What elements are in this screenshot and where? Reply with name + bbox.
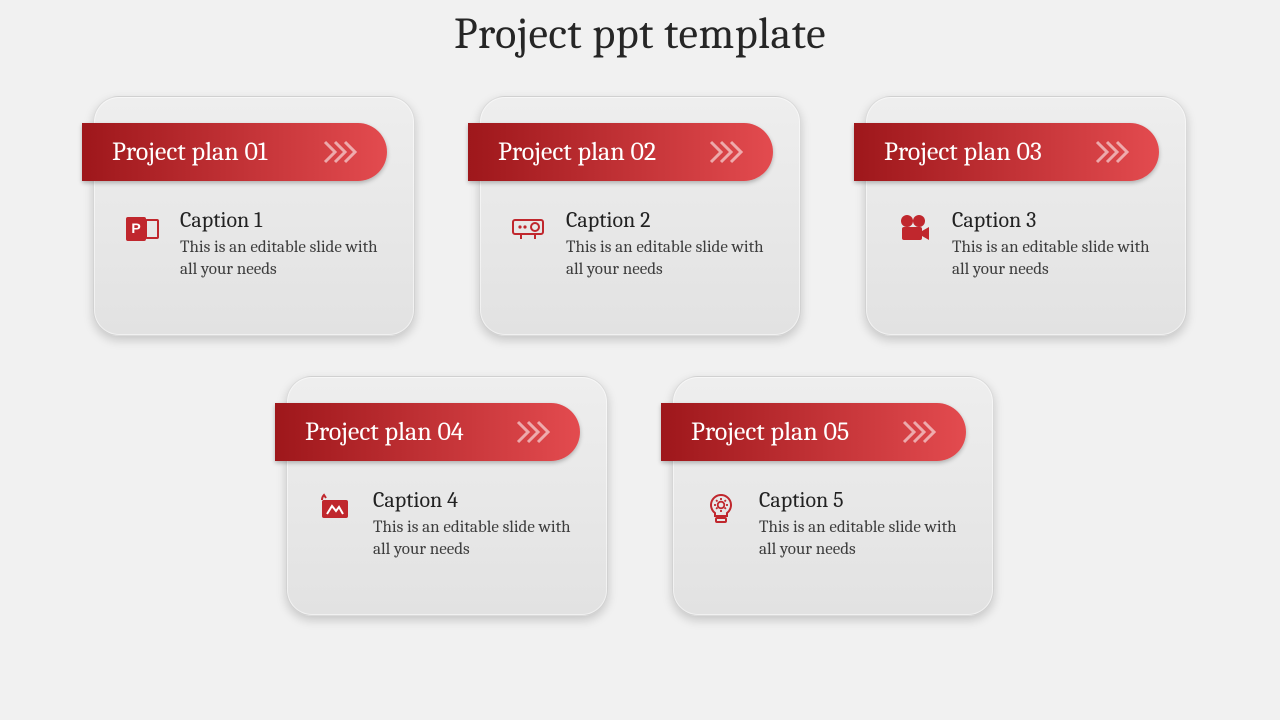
film-camera-icon xyxy=(892,207,936,251)
card-header-label: Project plan 05 xyxy=(691,417,849,447)
projector-icon xyxy=(506,207,550,251)
card-desc: This is an editable slide with all your … xyxy=(566,237,780,281)
card-text: Caption 5 This is an editable slide with… xyxy=(759,487,973,561)
card-desc: This is an editable slide with all your … xyxy=(759,517,973,561)
chevron-right-icon xyxy=(1095,140,1135,164)
card-caption: Caption 2 xyxy=(566,207,780,233)
chevron-right-icon xyxy=(902,420,942,444)
card-body: P Caption 1 This is an editable slide wi… xyxy=(120,207,394,281)
card-rows: Project plan 01 P Caption 1 This is an e… xyxy=(0,96,1280,616)
card-5: Project plan 05 Caption 5 This is an edi… xyxy=(672,376,994,616)
card-header-2: Project plan 02 xyxy=(468,123,773,181)
card-body: Caption 4 This is an editable slide with… xyxy=(313,487,587,561)
card-caption: Caption 1 xyxy=(180,207,394,233)
card-1: Project plan 01 P Caption 1 This is an e… xyxy=(93,96,415,336)
svg-text:P: P xyxy=(131,220,140,236)
chevron-right-icon xyxy=(323,140,363,164)
card-caption: Caption 3 xyxy=(952,207,1166,233)
card-header-label: Project plan 03 xyxy=(884,137,1042,167)
card-3: Project plan 03 Caption 3 This is an edi… xyxy=(865,96,1187,336)
card-text: Caption 3 This is an editable slide with… xyxy=(952,207,1166,281)
powerpoint-icon: P xyxy=(120,207,164,251)
card-desc: This is an editable slide with all your … xyxy=(373,517,587,561)
chevron-right-icon xyxy=(516,420,556,444)
row-2: Project plan 04 Caption 4 This is an edi… xyxy=(286,376,994,616)
card-caption: Caption 5 xyxy=(759,487,973,513)
card-text: Caption 4 This is an editable slide with… xyxy=(373,487,587,561)
card-header-label: Project plan 02 xyxy=(498,137,656,167)
card-body: Caption 5 This is an editable slide with… xyxy=(699,487,973,561)
card-body: Caption 3 This is an editable slide with… xyxy=(892,207,1166,281)
card-header-3: Project plan 03 xyxy=(854,123,1159,181)
chevron-right-icon xyxy=(709,140,749,164)
row-1: Project plan 01 P Caption 1 This is an e… xyxy=(93,96,1187,336)
idea-gear-icon xyxy=(699,487,743,531)
slide: Project ppt template Project plan 01 P C… xyxy=(0,0,1280,720)
card-caption: Caption 4 xyxy=(373,487,587,513)
card-header-label: Project plan 04 xyxy=(305,417,464,447)
card-text: Caption 2 This is an editable slide with… xyxy=(566,207,780,281)
card-body: Caption 2 This is an editable slide with… xyxy=(506,207,780,281)
card-4: Project plan 04 Caption 4 This is an edi… xyxy=(286,376,608,616)
card-header-label: Project plan 01 xyxy=(112,137,267,167)
page-title: Project ppt template xyxy=(0,8,1280,59)
card-header-5: Project plan 05 xyxy=(661,403,966,461)
card-header-1: Project plan 01 xyxy=(82,123,387,181)
card-2: Project plan 02 Caption 2 This is an edi… xyxy=(479,96,801,336)
blueprint-icon xyxy=(313,487,357,531)
card-header-4: Project plan 04 xyxy=(275,403,580,461)
card-desc: This is an editable slide with all your … xyxy=(180,237,394,281)
card-desc: This is an editable slide with all your … xyxy=(952,237,1166,281)
card-text: Caption 1 This is an editable slide with… xyxy=(180,207,394,281)
